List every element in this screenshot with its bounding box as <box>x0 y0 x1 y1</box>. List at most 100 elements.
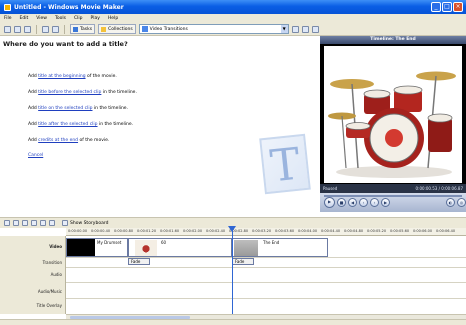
app-icon <box>4 3 11 11</box>
video-clip[interactable]: 60 <box>128 238 232 257</box>
main-toolbar: Tasks Collections Video Transitions ▼ <box>0 23 466 36</box>
track-label-transition: Transition <box>42 260 62 265</box>
page-title: Where do you want to add a title? <box>3 40 128 48</box>
save-project-icon[interactable] <box>24 25 31 33</box>
menu-file[interactable]: File <box>4 16 12 21</box>
collections-icon <box>101 26 107 32</box>
narrate-icon[interactable] <box>13 220 19 226</box>
track-divider <box>66 298 466 299</box>
collections-dropdown[interactable]: Video Transitions ▼ <box>138 24 289 34</box>
ruler-tick: 0:00:00.80 <box>114 229 134 233</box>
up-folder-icon[interactable] <box>291 25 299 33</box>
open-project-icon[interactable] <box>14 25 21 33</box>
clip-label: My Drumset <box>97 240 122 245</box>
new-folder-icon[interactable] <box>301 25 309 33</box>
collections-button[interactable]: Collections <box>98 24 136 34</box>
zoom-out-icon[interactable] <box>31 220 37 226</box>
rewind-timeline-icon[interactable] <box>40 220 46 226</box>
ruler-tick: 0:00:03.60 <box>275 229 295 233</box>
title-after-link[interactable]: title after the selected clip <box>38 122 97 127</box>
ruler-tick: 0:00:01.20 <box>137 229 157 233</box>
transition-clip[interactable]: Fade <box>128 258 150 265</box>
monitor-title: Timeline: The End <box>320 36 466 44</box>
menu-edit[interactable]: Edit <box>20 16 29 21</box>
undo-icon[interactable] <box>42 25 49 33</box>
close-button[interactable]: × <box>453 2 463 12</box>
forward-button[interactable]: ▶ <box>381 198 390 207</box>
toolbar-separator <box>64 24 65 34</box>
track-label-audio: Audio <box>50 272 62 277</box>
clip-thumbnail <box>234 240 258 256</box>
playback-status: Paused <box>323 186 338 191</box>
ruler-tick: 0:00:00.40 <box>91 229 111 233</box>
video-clip-selected[interactable]: The End <box>232 238 328 257</box>
zoom-in-icon[interactable] <box>22 220 28 226</box>
maximize-button[interactable]: □ <box>442 2 452 12</box>
title-on-link[interactable]: title on the selected clip <box>38 106 92 111</box>
credits-end-link[interactable]: credits at the end <box>38 138 78 143</box>
title-task-pane: Where do you want to add a title? Add ti… <box>0 36 320 212</box>
option-text: of the movie. <box>78 138 110 143</box>
menu-clip[interactable]: Clip <box>74 16 83 21</box>
views-icon[interactable] <box>311 25 319 33</box>
play-timeline-icon[interactable] <box>49 220 55 226</box>
collections-dropdown-value: Video Transitions <box>149 26 188 32</box>
back-button[interactable]: ◀ <box>348 198 357 207</box>
option-text: Add <box>28 90 39 95</box>
track-label-video[interactable]: Video <box>0 244 62 249</box>
clip-thumbnail <box>135 240 157 256</box>
previous-frame-button[interactable]: ‹ <box>359 198 368 207</box>
track-divider <box>66 257 466 258</box>
collections-label: Collections <box>108 26 133 32</box>
seek-bar[interactable] <box>324 195 462 197</box>
show-storyboard-label: Show Storyboard <box>70 220 109 226</box>
play-button[interactable]: ▶ <box>324 197 335 208</box>
option-text: Add <box>28 122 39 127</box>
ruler-tick: 0:00:04.00 <box>298 229 318 233</box>
preview-screen <box>324 46 462 183</box>
track-divider <box>66 282 466 283</box>
ruler-tick: 0:00:04.80 <box>344 229 364 233</box>
menu-tools[interactable]: Tools <box>55 16 66 21</box>
minimize-button[interactable]: _ <box>431 2 441 12</box>
set-audio-levels-icon[interactable] <box>4 220 10 226</box>
snapshot-button[interactable]: ◎ <box>457 198 466 207</box>
monitor-status-bar: Paused 0:00:00.53 / 0:00:06.87 <box>320 184 466 193</box>
option-text: in the timeline. <box>92 106 128 111</box>
menu-help[interactable]: Help <box>108 16 118 21</box>
clip-thumbnail <box>67 239 95 256</box>
menu-play[interactable]: Play <box>91 16 100 21</box>
video-clip[interactable]: My Drumset <box>66 238 128 257</box>
track-labels: Video Transition Audio Audio/Music Title… <box>0 236 66 314</box>
playback-time: 0:00:00.53 / 0:00:06.87 <box>415 186 463 191</box>
stop-button[interactable]: ■ <box>337 198 346 207</box>
option-title-after: Add title after the selected clip in the… <box>28 122 133 127</box>
chevron-down-icon[interactable]: ▼ <box>280 25 288 33</box>
option-text: Add <box>28 138 39 143</box>
option-credits: Add credits at the end of the movie. <box>28 138 109 143</box>
option-text: of the movie. <box>85 74 117 79</box>
timeline-ruler[interactable]: 0:00:00.00 0:00:00.40 0:00:00.80 0:00:01… <box>66 228 466 236</box>
status-bar <box>0 319 466 325</box>
ruler-tick: 0:00:02.00 <box>183 229 203 233</box>
clip-label: The End <box>263 240 280 245</box>
menu-bar: File Edit View Tools Clip Play Help <box>0 14 466 23</box>
option-text: in the timeline. <box>97 122 134 127</box>
title-beginning-link[interactable]: title at the beginning <box>38 74 85 79</box>
cancel-link[interactable]: Cancel <box>28 153 43 158</box>
ruler-tick: 0:00:01.60 <box>160 229 180 233</box>
show-storyboard-button[interactable]: Show Storyboard <box>62 220 108 226</box>
split-clip-button[interactable]: ◐ <box>446 198 455 207</box>
playhead[interactable] <box>232 228 233 318</box>
transition-clip[interactable]: Fade <box>232 258 254 265</box>
redo-icon[interactable] <box>52 25 59 33</box>
tasks-button[interactable]: Tasks <box>70 24 96 34</box>
tasks-icon <box>73 26 78 32</box>
menu-view[interactable]: View <box>36 16 47 21</box>
title-before-link[interactable]: title before the selected clip <box>38 90 101 95</box>
ruler-tick: 0:00:05.20 <box>367 229 387 233</box>
title-bar: Untitled - Windows Movie Maker _ □ × <box>0 0 466 14</box>
tasks-label: Tasks <box>80 26 93 32</box>
new-project-icon[interactable] <box>4 25 11 33</box>
next-frame-button[interactable]: › <box>370 198 379 207</box>
